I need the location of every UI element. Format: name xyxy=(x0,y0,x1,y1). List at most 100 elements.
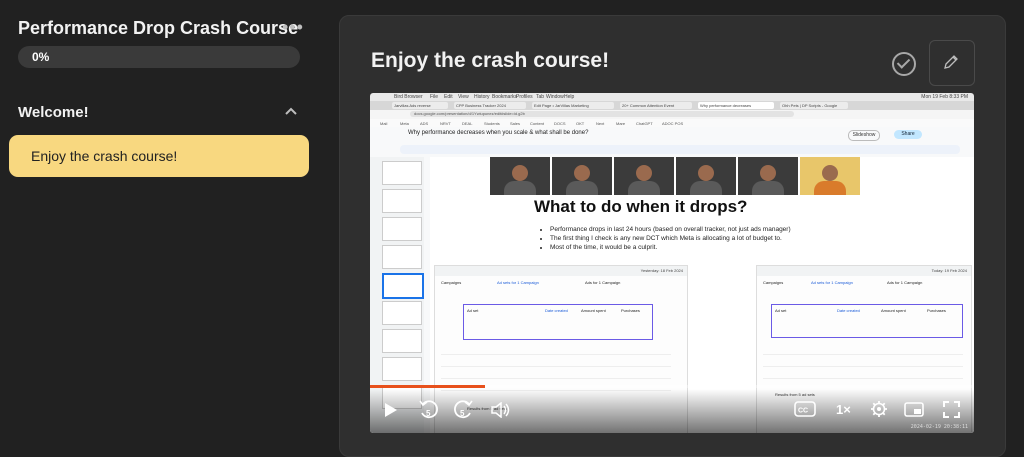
bookmark-item: Content xyxy=(530,121,545,126)
rewind-5-icon: 5 xyxy=(419,400,438,419)
pip-icon xyxy=(904,402,924,417)
browser-tab: CPP Business Tracker 2024 xyxy=(454,102,526,109)
shot-column: Purchases xyxy=(621,308,640,313)
slide-thumbnail xyxy=(382,189,422,213)
course-sidebar: Performance Drop Crash Course ••• 0% Wel… xyxy=(0,0,322,448)
browser-tab: Edit Page • JarVillas Marketing xyxy=(532,102,614,109)
mac-menu-item: Bookmarks xyxy=(492,94,518,100)
fullscreen-button[interactable] xyxy=(943,401,960,423)
participant-video xyxy=(614,157,674,195)
shot-date: Today: 19 Feb 2024 xyxy=(931,268,967,273)
play-icon xyxy=(385,403,397,417)
volume-icon xyxy=(491,401,510,419)
volume-button[interactable] xyxy=(491,401,511,423)
shot-column: Date created xyxy=(837,308,860,313)
captions-button[interactable]: CC xyxy=(794,401,816,422)
mac-clock: Mon 19 Feb 8:33 PM xyxy=(921,94,968,100)
lesson-item-active[interactable]: Enjoy the crash course! xyxy=(9,135,309,177)
mac-menubar: Bird Browser File Edit View History Book… xyxy=(370,93,974,101)
slideshow-button: Slideshow xyxy=(848,130,880,141)
participant-video xyxy=(676,157,736,195)
svg-text:CC: CC xyxy=(798,408,808,415)
section-title[interactable]: Welcome! xyxy=(18,104,89,121)
mac-menu-item: Bird Browser xyxy=(394,94,423,100)
rewind-5-button[interactable]: 5 xyxy=(418,399,438,426)
table-row xyxy=(763,346,963,355)
progress-label: 0% xyxy=(32,50,50,64)
more-options-button[interactable]: ••• xyxy=(282,17,304,38)
mac-menu-item: Tab xyxy=(536,94,545,100)
slide-bullets: Performance drops in last 24 hours (base… xyxy=(540,225,791,252)
slides-toolbar xyxy=(400,145,960,154)
mac-menu-item: View xyxy=(458,94,469,100)
video-seek-fill xyxy=(370,385,485,388)
browser-tab: 20+ Common Attention Event xyxy=(620,102,692,109)
fullscreen-icon xyxy=(943,401,960,418)
bookmark-item: Next xyxy=(596,121,605,126)
recording-timestamp: 2024-02-19 20:38:11 xyxy=(910,424,968,430)
shot-date: Yesterday: 18 Feb 2024 xyxy=(640,268,683,273)
mac-menu-item: History xyxy=(474,94,490,100)
shot-tab: Ad sets for 1 Campaign xyxy=(497,280,539,285)
bookmark-item: ADS xyxy=(420,121,429,126)
webcam-strip xyxy=(490,157,870,195)
lesson-label: Enjoy the crash course! xyxy=(31,148,178,164)
course-progress-bar: 0% xyxy=(18,46,300,68)
browser-tab: Why performance decreases xyxy=(698,102,774,109)
slide-thumbnail-selected xyxy=(382,273,424,299)
participant-video xyxy=(738,157,798,195)
playback-speed-button[interactable]: 1× xyxy=(836,402,851,417)
settings-icon xyxy=(871,401,887,417)
slide-heading: What to do when it drops? xyxy=(534,197,748,216)
edit-button[interactable] xyxy=(929,40,975,86)
shot-column: Amount spent xyxy=(581,308,606,313)
bookmark-item: Mare xyxy=(616,121,626,126)
slide-thumbnail xyxy=(382,301,422,325)
svg-text:5: 5 xyxy=(460,409,465,418)
settings-button[interactable] xyxy=(870,400,888,423)
bookmark-item: OKT xyxy=(576,121,585,126)
mac-menu-item: Window xyxy=(546,94,564,100)
bookmark-item: Students xyxy=(484,121,500,126)
check-circle-icon[interactable] xyxy=(892,52,916,76)
slide-thumbnail xyxy=(382,329,422,353)
slide-bullet: Performance drops in last 24 hours (base… xyxy=(550,225,791,234)
lesson-card: Enjoy the crash course! Bird Browser Fil… xyxy=(339,15,1006,457)
mac-menu-item: Profiles xyxy=(516,94,533,100)
forward-5-button[interactable]: 5 xyxy=(454,399,474,426)
lesson-title: Enjoy the crash course! xyxy=(371,49,610,72)
slide-bullet: The first thing I check is any new DCT w… xyxy=(550,234,791,243)
svg-text:5: 5 xyxy=(426,409,431,418)
bookmarks-bar: Mail Meta ADS NRVT DEAL Students Sales C… xyxy=(370,119,974,127)
slide-thumbnail xyxy=(382,217,422,241)
mac-menu-item: Help xyxy=(564,94,575,100)
video-player[interactable]: Bird Browser File Edit View History Book… xyxy=(370,93,974,433)
shot-tab: Ads for 1 Campaign xyxy=(585,280,621,285)
picture-in-picture-button[interactable] xyxy=(904,402,924,422)
captions-icon: CC xyxy=(794,401,816,417)
table-row xyxy=(763,358,963,367)
slides-doc-title: Why performance decreases when you scale… xyxy=(408,130,589,136)
participant-video xyxy=(490,157,550,195)
bookmark-item: ChatGPT xyxy=(636,121,653,126)
share-button: Share xyxy=(894,130,922,139)
shot-tab: Ad sets for 1 Campaign xyxy=(811,280,853,285)
slide-thumbnail xyxy=(382,245,422,269)
slide-thumbnail xyxy=(382,161,422,185)
browser-tabs: Jarvillas Ads reverse CPP Business Track… xyxy=(370,101,974,110)
shot-tab: Ads for 1 Campaign xyxy=(887,280,923,285)
shot-column: Ad set xyxy=(467,308,479,313)
table-row xyxy=(441,358,671,367)
course-title: Performance Drop Crash Course xyxy=(18,18,299,38)
video-seek-bar[interactable] xyxy=(370,385,974,388)
bookmark-item: DEAL xyxy=(462,121,473,126)
table-row xyxy=(763,370,963,379)
chevron-up-icon[interactable] xyxy=(284,103,298,119)
shot-column: Date created xyxy=(545,308,568,313)
forward-5-icon: 5 xyxy=(454,400,473,419)
video-controls: 5 5 CC 1× xyxy=(370,389,974,433)
pencil-icon xyxy=(944,55,958,69)
play-button[interactable] xyxy=(384,402,398,423)
shot-column: Purchases xyxy=(927,308,946,313)
table-row xyxy=(441,370,671,379)
